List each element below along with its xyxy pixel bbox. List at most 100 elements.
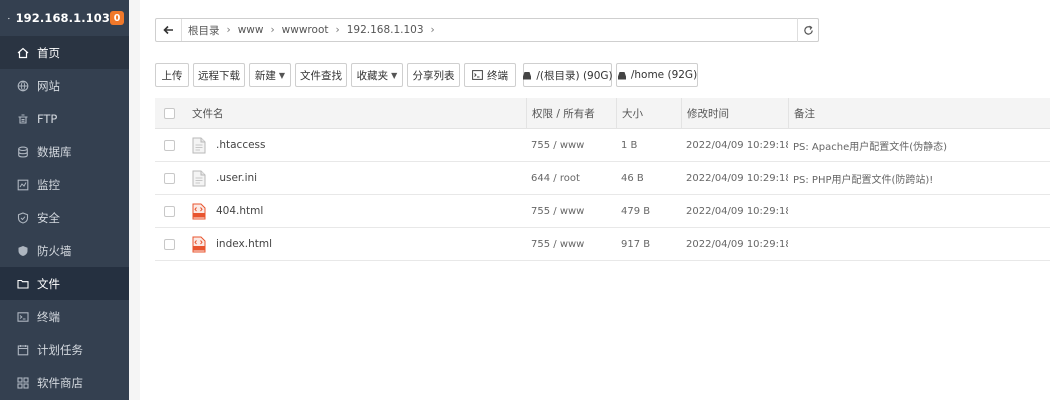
disk-icon bbox=[617, 71, 627, 80]
disk-icon bbox=[522, 71, 532, 80]
file-note: PS: Apache用户配置文件(伪静态) bbox=[793, 141, 948, 153]
row-checkbox[interactable] bbox=[164, 238, 175, 250]
terminal-icon bbox=[16, 310, 29, 323]
file-table: 文件名 权限 / 所有者 大小 修改时间 备注 .htaccess 755 / … bbox=[155, 97, 1050, 261]
arrow-left-icon bbox=[163, 25, 173, 35]
file-note: PS: PHP用户配置文件(防跨站)! bbox=[793, 174, 934, 186]
file-size: 46 B bbox=[621, 172, 644, 184]
folder-icon bbox=[16, 277, 29, 290]
sidebar-item-label: 监控 bbox=[37, 177, 60, 192]
server-logo-icon bbox=[8, 17, 10, 19]
sidebar-item-database[interactable]: 数据库 bbox=[0, 135, 129, 168]
sidebar-item-files[interactable]: 文件 bbox=[0, 267, 129, 300]
sidebar-item-label: 文件 bbox=[37, 276, 60, 291]
chevron-right-icon: › bbox=[430, 24, 435, 36]
column-header-note: 备注 bbox=[788, 97, 1050, 129]
sidebar-item-label: 首页 bbox=[37, 45, 60, 60]
remote-download-button[interactable]: 远程下载 bbox=[193, 63, 245, 87]
breadcrumb-item[interactable]: 根目录 bbox=[188, 23, 220, 38]
column-header-time[interactable]: 修改时间 bbox=[681, 97, 788, 129]
breadcrumb-item[interactable]: www bbox=[238, 24, 264, 36]
sidebar-item-ftp[interactable]: FTP bbox=[0, 102, 129, 135]
file-size: 917 B bbox=[621, 238, 651, 250]
file-modified-time: 2022/04/09 10:29:18 bbox=[686, 172, 788, 184]
terminal-icon bbox=[472, 70, 483, 80]
globe-icon bbox=[16, 79, 29, 92]
column-header-size[interactable]: 大小 bbox=[616, 97, 681, 129]
toolbar: 上传 远程下载 新建 ▼ 文件查找 收藏夹 ▼ 分享列表 终端 /(根目录) (90… bbox=[155, 63, 702, 87]
select-all-cell bbox=[155, 107, 192, 119]
select-all-checkbox[interactable] bbox=[164, 107, 175, 119]
chevron-down-icon: ▼ bbox=[391, 70, 398, 80]
table-header: 文件名 权限 / 所有者 大小 修改时间 备注 bbox=[155, 97, 1050, 129]
sidebar: 192.168.1.103 0 首页 网站 FTP 数据库 监控 安全 防火墙 … bbox=[0, 0, 129, 400]
text-file-icon bbox=[192, 137, 206, 153]
html-file-icon bbox=[192, 236, 206, 252]
table-row[interactable]: .htaccess 755 / www 1 B 2022/04/09 10:29… bbox=[155, 129, 1050, 162]
table-row[interactable]: index.html 755 / www 917 B 2022/04/09 10… bbox=[155, 228, 1050, 261]
file-name[interactable]: index.html bbox=[216, 238, 272, 250]
file-modified-time: 2022/04/09 10:29:18 bbox=[686, 205, 788, 217]
file-permission[interactable]: 755 / www bbox=[526, 206, 616, 217]
file-search-button[interactable]: 文件查找 bbox=[295, 63, 347, 87]
chevron-right-icon: › bbox=[270, 24, 275, 36]
firewall-icon bbox=[16, 244, 29, 257]
column-header-perm[interactable]: 权限 / 所有者 bbox=[526, 97, 616, 129]
row-checkbox[interactable] bbox=[164, 172, 175, 184]
file-name[interactable]: 404.html bbox=[216, 205, 263, 217]
sidebar-item-app-store[interactable]: 软件商店 bbox=[0, 366, 129, 399]
sidebar-item-label: 网站 bbox=[37, 78, 60, 93]
apps-icon bbox=[16, 376, 29, 389]
file-permission[interactable]: 755 / www bbox=[526, 239, 616, 250]
sidebar-item-terminal[interactable]: 终端 bbox=[0, 300, 129, 333]
sidebar-item-label: 安全 bbox=[37, 210, 60, 225]
refresh-icon bbox=[803, 25, 813, 35]
breadcrumb: 根目录 › www › wwwroot › 192.168.1.103 › bbox=[182, 19, 442, 41]
sidebar-item-security[interactable]: 安全 bbox=[0, 201, 129, 234]
sidebar-item-label: FTP bbox=[37, 111, 58, 126]
new-button[interactable]: 新建 ▼ bbox=[249, 63, 291, 87]
clock-icon bbox=[16, 343, 29, 356]
file-manager-panel: 根目录 › www › wwwroot › 192.168.1.103 › 上传… bbox=[140, 0, 1050, 400]
disk-root-button[interactable]: /(根目录) (90G) bbox=[522, 63, 613, 87]
terminal-button[interactable]: 终端 bbox=[464, 63, 516, 87]
host-address: 192.168.1.103 bbox=[15, 11, 110, 25]
share-list-button[interactable]: 分享列表 bbox=[407, 63, 460, 87]
sidebar-item-websites[interactable]: 网站 bbox=[0, 69, 129, 102]
sidebar-item-label: 数据库 bbox=[37, 144, 72, 159]
row-checkbox[interactable] bbox=[164, 205, 175, 217]
file-modified-time: 2022/04/09 10:29:18 bbox=[686, 238, 788, 250]
file-size: 1 B bbox=[621, 139, 638, 151]
notification-badge[interactable]: 0 bbox=[110, 11, 124, 25]
shield-icon bbox=[16, 211, 29, 224]
sidebar-item-label: 终端 bbox=[37, 309, 60, 324]
refresh-button[interactable] bbox=[797, 18, 819, 42]
sidebar-item-cron[interactable]: 计划任务 bbox=[0, 333, 129, 366]
path-bar: 根目录 › www › wwwroot › 192.168.1.103 › bbox=[155, 18, 819, 42]
sidebar-item-home[interactable]: 首页 bbox=[0, 36, 129, 69]
chevron-right-icon: › bbox=[226, 24, 231, 36]
row-checkbox[interactable] bbox=[164, 139, 175, 151]
sidebar-item-label: 计划任务 bbox=[37, 342, 83, 357]
chevron-down-icon: ▼ bbox=[278, 70, 286, 80]
disk-home-button[interactable]: /home (92G) bbox=[616, 63, 698, 87]
sidebar-item-firewall[interactable]: 防火墙 bbox=[0, 234, 129, 267]
table-row[interactable]: .user.ini 644 / root 46 B 2022/04/09 10:… bbox=[155, 162, 1050, 195]
sidebar-item-label: 防火墙 bbox=[37, 243, 72, 258]
sidebar-item-monitor[interactable]: 监控 bbox=[0, 168, 129, 201]
breadcrumb-item[interactable]: 192.168.1.103 bbox=[347, 24, 424, 36]
back-button[interactable] bbox=[156, 19, 182, 41]
upload-button[interactable]: 上传 bbox=[155, 63, 189, 87]
file-permission[interactable]: 644 / root bbox=[526, 173, 616, 184]
file-name[interactable]: .user.ini bbox=[216, 172, 257, 184]
column-header-name[interactable]: 文件名 bbox=[192, 106, 526, 121]
breadcrumb-item[interactable]: wwwroot bbox=[282, 24, 329, 36]
home-icon bbox=[16, 46, 29, 59]
file-name[interactable]: .htaccess bbox=[216, 139, 266, 151]
file-permission[interactable]: 755 / www bbox=[526, 140, 616, 151]
sidebar-item-label: 软件商店 bbox=[37, 375, 83, 390]
favorites-button[interactable]: 收藏夹 ▼ bbox=[351, 63, 403, 87]
chevron-right-icon: › bbox=[335, 24, 340, 36]
file-size: 479 B bbox=[621, 205, 651, 217]
table-row[interactable]: 404.html 755 / www 479 B 2022/04/09 10:2… bbox=[155, 195, 1050, 228]
